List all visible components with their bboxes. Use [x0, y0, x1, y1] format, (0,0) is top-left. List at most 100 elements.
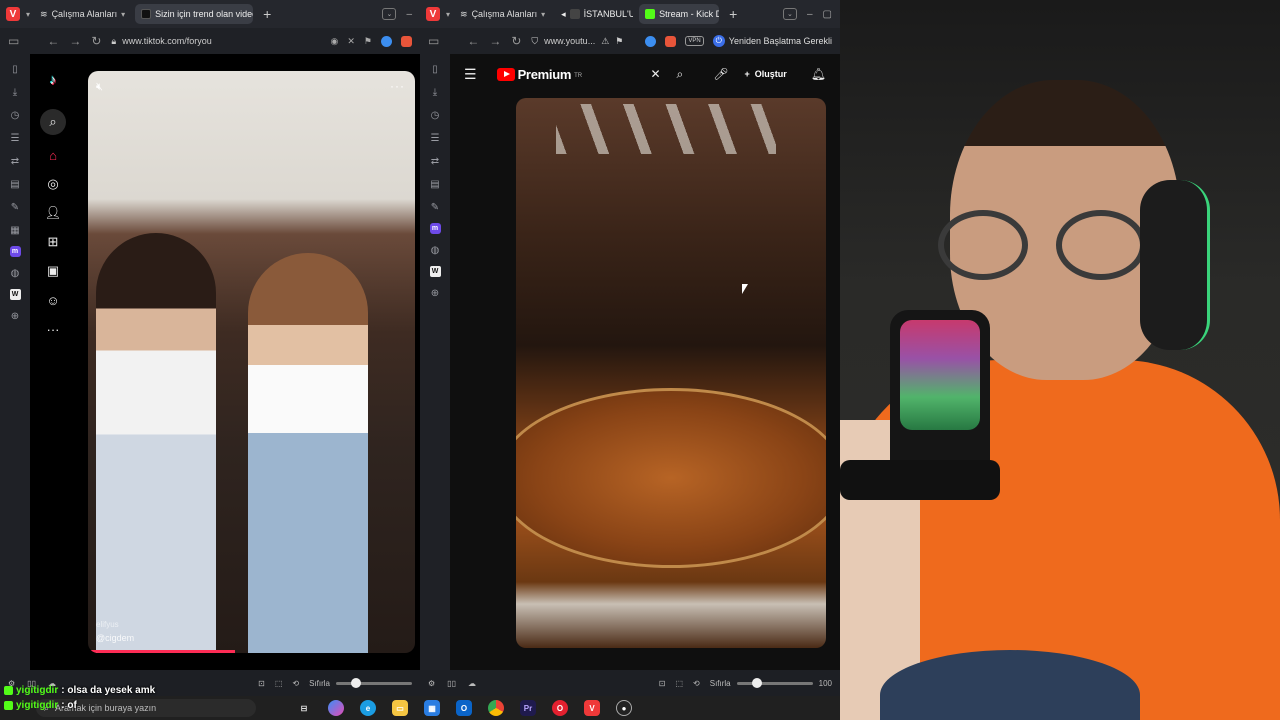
panel-toggle-icon[interactable]: ▭ [428, 34, 439, 48]
opera-icon[interactable]: O [552, 700, 568, 716]
adblock-extension-icon[interactable] [401, 35, 412, 47]
live-icon[interactable]: ▣ [44, 262, 62, 280]
menu-icon[interactable]: ☰ [464, 66, 477, 83]
profile-icon[interactable]: ☺ [44, 291, 62, 309]
calendar-panel-icon[interactable]: ▦ [8, 223, 22, 237]
new-tab-button[interactable]: + [725, 6, 741, 22]
notifications-icon[interactable]: 🔔︎ [811, 67, 826, 81]
zoom-slider-knob[interactable] [751, 677, 762, 688]
bookmark-icon[interactable]: ⚑ [615, 36, 623, 47]
translate-icon[interactable]: ✕ [347, 36, 355, 47]
history-panel-icon[interactable]: ◷ [428, 108, 442, 122]
sync-icon[interactable]: ☁ [468, 679, 476, 688]
capture-icon[interactable]: ⊡ [659, 679, 666, 688]
translate-panel-icon[interactable]: ⇄ [8, 154, 22, 168]
workspaces-button[interactable]: ≋ Çalışma Alanları ▾ [36, 9, 129, 20]
mastodon-panel-icon[interactable]: m [429, 223, 441, 234]
back-button[interactable]: ← [467, 34, 479, 48]
add-panel-icon[interactable]: ⊕ [428, 286, 442, 300]
obs-icon[interactable]: ● [616, 700, 632, 716]
vpn-button[interactable]: VPN [685, 36, 704, 46]
outlook-icon[interactable]: O [456, 700, 472, 716]
search-icon[interactable]: ⌕ [677, 67, 684, 82]
workspaces-button[interactable]: ≋ Çalışma Alanları ▾ [456, 9, 549, 20]
translate-panel-icon[interactable]: ⇄ [428, 154, 442, 168]
add-panel-icon[interactable]: ⊕ [8, 309, 22, 323]
page-actions-icon[interactable]: ⟲ [693, 679, 700, 688]
forward-button[interactable]: → [69, 34, 81, 48]
window-panel-icon[interactable]: ▤ [8, 177, 22, 191]
vivaldi-menu-icon[interactable]: V [426, 7, 440, 21]
forward-button[interactable]: → [489, 34, 501, 48]
restart-required-button[interactable]: ⏻ Yeniden Başlatma Gerekli [712, 35, 832, 47]
wikipedia-panel-icon[interactable]: W [9, 289, 21, 300]
create-button[interactable]: + Oluştur [744, 69, 786, 79]
following-icon[interactable]: 👤︎ [44, 204, 62, 222]
web-panel-icon[interactable]: ◍ [8, 266, 22, 280]
zoom-slider[interactable] [336, 677, 412, 688]
muted-icon[interactable]: 🔇︎ [96, 81, 103, 94]
minimize-button[interactable]: – [807, 9, 813, 20]
reading-list-icon[interactable]: ☰ [428, 131, 442, 145]
notes-panel-icon[interactable]: ✎ [8, 200, 22, 214]
minimize-button[interactable]: – [406, 9, 412, 20]
chevron-down-icon[interactable]: ▾ [446, 10, 450, 19]
window-panel-icon[interactable]: ▤ [428, 177, 442, 191]
web-panel-icon[interactable]: ◍ [428, 243, 442, 257]
tiktok-video[interactable]: 🔇︎ ··· elifyus @cigdem [88, 71, 415, 653]
bookmark-icon[interactable]: ⚑ [364, 36, 372, 47]
microsoft-store-icon[interactable]: ▦ [424, 700, 440, 716]
history-panel-icon[interactable]: ◷ [8, 108, 22, 122]
microphone-icon[interactable]: 🎤︎ [713, 67, 728, 81]
tiktok-logo-icon[interactable]: ♪ [44, 70, 62, 88]
vivaldi-menu-icon[interactable]: V [6, 7, 20, 21]
panel-toggle-icon[interactable]: ▭ [8, 34, 19, 48]
notes-panel-icon[interactable]: ✎ [428, 200, 442, 214]
new-tab-button[interactable]: + [259, 6, 275, 22]
tab-kick[interactable]: Stream - Kick Da [639, 4, 720, 24]
zoom-slider[interactable] [736, 677, 813, 688]
wikipedia-panel-icon[interactable]: W [429, 266, 441, 277]
youtube-short-video[interactable] [516, 98, 826, 648]
maximize-button[interactable]: ▢ [823, 9, 832, 20]
close-icon[interactable]: ✕ [650, 67, 660, 81]
tiling-icon[interactable]: ▯▯ [447, 679, 456, 688]
downloads-panel-icon[interactable]: ⤓ [8, 85, 22, 99]
settings-icon[interactable]: ⚙ [428, 679, 435, 688]
url-field[interactable]: ⛉ www.youtu... ⚠ ⚑ [531, 36, 623, 47]
audio-icon[interactable]: ◉ [331, 36, 339, 47]
home-icon[interactable]: ⌂ [44, 146, 62, 164]
downloads-panel-icon[interactable]: ⤓ [428, 85, 442, 99]
tab-tiktok[interactable]: Sizin için trend olan videolar [135, 4, 254, 24]
more-options-icon[interactable]: ··· [390, 79, 405, 93]
bookmarks-panel-icon[interactable]: ▯ [428, 62, 442, 76]
back-button[interactable]: ← [47, 34, 59, 48]
chrome-icon[interactable] [488, 700, 504, 716]
file-explorer-icon[interactable]: ▭ [392, 700, 408, 716]
tab-list-button[interactable]: ⌄ [382, 8, 397, 20]
tab-list-button[interactable]: ⌄ [782, 8, 797, 20]
extension-icon[interactable] [645, 35, 657, 47]
search-icon[interactable]: ⌕ [40, 109, 66, 135]
mastodon-panel-icon[interactable]: m [9, 246, 21, 257]
chevron-down-icon[interactable]: ▾ [26, 10, 30, 19]
reload-button[interactable]: ↻ [511, 34, 521, 48]
premiere-pro-icon[interactable]: Pr [520, 700, 536, 716]
youtube-logo[interactable]: Premium TR [496, 67, 582, 82]
reload-button[interactable]: ↻ [91, 34, 101, 48]
bookmarks-panel-icon[interactable]: ▯ [8, 62, 22, 76]
vivaldi-icon[interactable]: V [584, 700, 600, 716]
more-icon[interactable]: ··· [44, 320, 62, 338]
page-tiling-icon[interactable]: ⬚ [675, 679, 683, 688]
adblock-extension-icon[interactable] [665, 35, 677, 47]
explore-icon[interactable]: ◎ [44, 175, 62, 193]
copilot-icon[interactable] [328, 700, 344, 716]
edge-icon[interactable]: e [360, 700, 376, 716]
zoom-reset-button[interactable]: Sıfırla [710, 679, 731, 688]
zoom-slider-knob[interactable] [351, 677, 362, 688]
upload-icon[interactable]: ⊞ [44, 233, 62, 251]
video-username[interactable]: @cigdem [96, 633, 134, 643]
tab-youtube[interactable]: ◂ İSTANBUL'UN [555, 4, 633, 24]
video-progress-bar[interactable] [88, 650, 236, 653]
extension-icon[interactable] [381, 35, 392, 47]
